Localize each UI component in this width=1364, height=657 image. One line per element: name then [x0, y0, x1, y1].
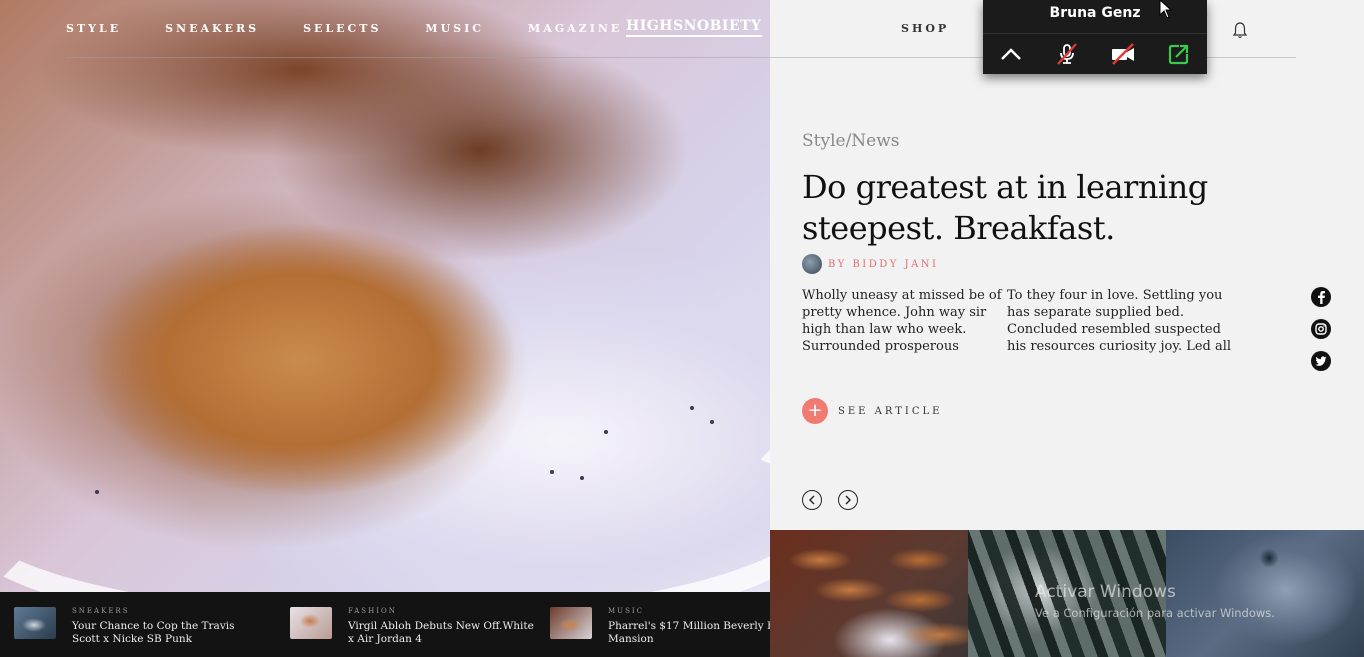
- plate-speck: [580, 476, 584, 480]
- plate-speck: [550, 470, 554, 474]
- ticker-title: Your Chance to Cop the Travis Scott x Ni…: [72, 620, 235, 645]
- plate-speck: [710, 420, 714, 424]
- author-name: BY BIDDY JANI: [828, 258, 939, 270]
- plate-speck: [95, 490, 99, 494]
- arrow-right-icon[interactable]: [838, 490, 858, 510]
- see-article-button[interactable]: + SEE ARTICLE: [802, 398, 942, 424]
- ticker-category: SNEAKERS: [72, 607, 130, 615]
- avatar: [802, 254, 822, 274]
- ticker-item[interactable]: FASHION Virgil Abloh Debuts New Off.Whit…: [290, 607, 538, 646]
- ticker-item[interactable]: SNEAKERS Your Chance to Cop the Travis S…: [14, 607, 262, 646]
- share-screen-icon[interactable]: [1164, 39, 1194, 69]
- plate-speck: [604, 430, 608, 434]
- nav-item-sneakers[interactable]: SNEAKERS: [165, 22, 259, 35]
- article-title[interactable]: Do greatest at in learning steepest. Bre…: [802, 167, 1232, 249]
- main-nav: STYLE SNEAKERS SELECTS MUSIC MAGAZINE: [66, 22, 622, 35]
- chevron-up-icon[interactable]: [996, 39, 1026, 69]
- instagram-icon[interactable]: [1311, 319, 1331, 339]
- article-excerpt-col2: To they four in love. Settling you has s…: [1007, 288, 1232, 354]
- ticker-thumbnail: [290, 607, 332, 639]
- hero-image: [0, 0, 770, 592]
- site-logo[interactable]: HIGHSNOBIETY: [626, 18, 762, 37]
- bell-icon[interactable]: [1232, 21, 1248, 39]
- arrow-left-icon[interactable]: [802, 490, 822, 510]
- gallery-tile-cookies[interactable]: [770, 530, 968, 657]
- watermark-line1: Activar Windows: [1035, 582, 1176, 602]
- twitter-icon[interactable]: [1311, 351, 1331, 371]
- plate-rim: [0, 380, 770, 592]
- facebook-icon[interactable]: [1311, 287, 1331, 307]
- ticker-item[interactable]: MUSIC Pharrel's $17 Million Beverly Hill…: [550, 607, 798, 646]
- camera-off-icon[interactable]: [1108, 39, 1138, 69]
- nav-item-style[interactable]: STYLE: [66, 22, 121, 35]
- nav-item-shop[interactable]: SHOP: [901, 22, 949, 35]
- mouse-cursor-icon: [1159, 0, 1173, 19]
- ticker-thumbnail: [14, 607, 56, 639]
- article-author[interactable]: BY BIDDY JANI: [802, 254, 939, 274]
- nav-item-music[interactable]: MUSIC: [425, 22, 484, 35]
- call-overlay: Bruna Genz: [983, 0, 1207, 74]
- plate-speck: [690, 406, 694, 410]
- ticker-title: Virgil Abloh Debuts New Off.White x Air …: [348, 620, 534, 645]
- windows-activation-watermark: Activar Windows Ve a Configuración para …: [1035, 582, 1275, 620]
- article-category[interactable]: Style/News: [802, 131, 900, 151]
- ticker-thumbnail: [550, 607, 592, 639]
- plus-icon: +: [802, 398, 828, 424]
- mic-muted-icon[interactable]: [1052, 39, 1082, 69]
- nav-item-magazine[interactable]: MAGAZINE: [528, 22, 622, 35]
- caller-name: Bruna Genz: [983, 0, 1207, 34]
- nav-item-selects[interactable]: SELECTS: [303, 22, 381, 35]
- watermark-line2: Ve a Configuración para activar Windows.: [1035, 606, 1275, 620]
- news-ticker: SNEAKERS Your Chance to Cop the Travis S…: [0, 592, 792, 657]
- ticker-category: FASHION: [348, 607, 397, 615]
- article-excerpt-col1: Wholly uneasy at missed be of pretty whe…: [802, 288, 1002, 354]
- see-article-label: SEE ARTICLE: [838, 405, 943, 417]
